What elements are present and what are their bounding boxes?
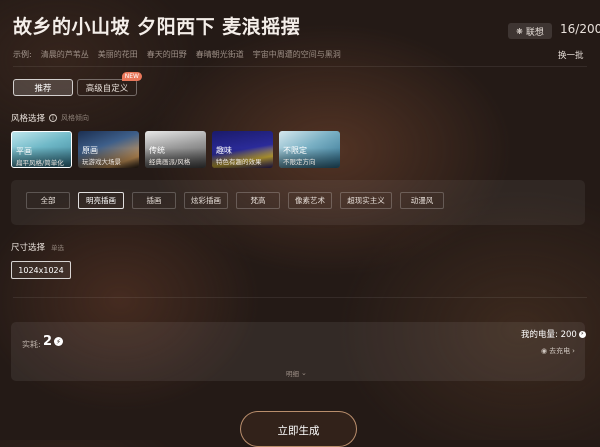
size-option-1024[interactable]: 1024x1024 [11, 261, 71, 279]
associate-button[interactable]: ❋ 联想 [508, 23, 552, 39]
bolt-icon: ⚡ [54, 337, 63, 346]
chip-bright-illustration[interactable]: 明亮插画 [78, 192, 124, 209]
sub-style-chips: 全部 明亮插画 插画 炫彩插画 梵高 像素艺术 超现实主义 动漫风 [26, 192, 444, 209]
prompt-text[interactable]: 故乡的小山坡 夕阳西下 麦浪摇摆 [13, 12, 300, 39]
style-card-name: 传统 [149, 146, 165, 155]
example-label: 示例: [13, 50, 32, 59]
style-card-original-art[interactable]: 原画 玩游戏大场景 [78, 131, 139, 168]
style-card-desc: 玩游戏大场景 [82, 158, 121, 166]
chevron-right-icon: › [572, 347, 575, 355]
refresh-examples-button[interactable]: 换一批 [558, 49, 584, 61]
style-section-title: 风格选择 i 风格倾向 [11, 112, 89, 124]
style-card-unrestricted[interactable]: 不限定 不限定方向 [279, 131, 340, 168]
cost-label: 实耗: [22, 340, 41, 349]
recharge-label: 去充电 [549, 347, 571, 355]
chevron-down-icon: ⌄ [301, 369, 307, 377]
tab-label: 推荐 [34, 83, 52, 94]
style-card-name: 原画 [82, 146, 98, 155]
tab-advanced-custom[interactable]: 高级自定义 NEW [77, 72, 142, 96]
details-toggle[interactable]: 明细 ⌄ [286, 368, 307, 378]
power-label: 我的电量: 200 [521, 330, 577, 340]
info-icon[interactable]: i [49, 114, 58, 122]
associate-label: 联想 [525, 27, 544, 38]
cost-value: 2 [43, 334, 53, 349]
chip-colorful-illustration[interactable]: 炫彩插画 [184, 192, 228, 209]
style-hint: 风格倾向 [61, 114, 90, 122]
style-card-desc: 扁平风格/简单化 [16, 159, 64, 167]
example-list: 示例: 清晨的芦苇丛 美丽的花田 春天的田野 春晴朝光街道 宇宙中周遭的空间与黑… [13, 49, 341, 60]
example-item[interactable]: 美丽的花田 [98, 49, 138, 60]
style-card-desc: 经典画派/风格 [149, 158, 191, 166]
example-item[interactable]: 宇宙中周遭的空间与黑洞 [253, 49, 341, 60]
example-item[interactable]: 清晨的芦苇丛 [41, 49, 89, 60]
tab-recommended[interactable]: 推荐 [13, 79, 73, 96]
chip-all[interactable]: 全部 [26, 192, 70, 209]
generate-button[interactable]: 立即生成 [240, 411, 357, 447]
size-title-label: 尺寸选择 [11, 243, 46, 253]
details-label: 明细 [286, 370, 299, 378]
example-item[interactable]: 春天的田野 [147, 49, 187, 60]
bolt-icon: ⚡ [578, 330, 586, 338]
chip-surrealism[interactable]: 超现实主义 [340, 192, 392, 209]
style-card-fun[interactable]: 趣味 特色有趣的效果 [212, 131, 273, 168]
style-card-desc: 不限定方向 [283, 158, 316, 166]
char-counter: 16/200 [560, 22, 600, 36]
divider [13, 297, 587, 298]
chip-anime[interactable]: 动漫风 [400, 192, 444, 209]
example-item[interactable]: 春晴朝光街道 [196, 49, 244, 60]
mode-tabs: 推荐 高级自定义 NEW [13, 72, 142, 96]
style-card-flat[interactable]: 平画 扁平风格/简单化 [11, 131, 72, 168]
style-card-name: 趣味 [216, 146, 232, 155]
chip-pixel-art[interactable]: 像素艺术 [288, 192, 332, 209]
new-badge: NEW [121, 72, 142, 81]
size-section-title: 尺寸选择 单选 [11, 241, 64, 253]
style-cards: 平画 扁平风格/简单化 原画 玩游戏大场景 传统 经典画派/风格 趣味 特色有趣… [11, 131, 340, 168]
divider [13, 66, 587, 67]
style-card-name: 平画 [16, 147, 32, 156]
sparkle-icon: ❋ [516, 26, 523, 36]
power-balance: 我的电量: 200 ⚡ [521, 328, 586, 340]
chip-van-gogh[interactable]: 梵高 [236, 192, 280, 209]
style-card-desc: 特色有趣的效果 [216, 158, 262, 166]
style-card-name: 不限定 [283, 146, 307, 155]
style-card-traditional[interactable]: 传统 经典画派/风格 [145, 131, 206, 168]
chip-illustration[interactable]: 插画 [132, 192, 176, 209]
eye-icon: ◉ [541, 347, 548, 355]
style-title-label: 风格选择 [11, 114, 46, 124]
tab-label: 高级自定义 [85, 83, 129, 94]
size-hint: 单选 [51, 244, 65, 252]
recharge-link[interactable]: ◉ 去充电 › [541, 346, 575, 356]
